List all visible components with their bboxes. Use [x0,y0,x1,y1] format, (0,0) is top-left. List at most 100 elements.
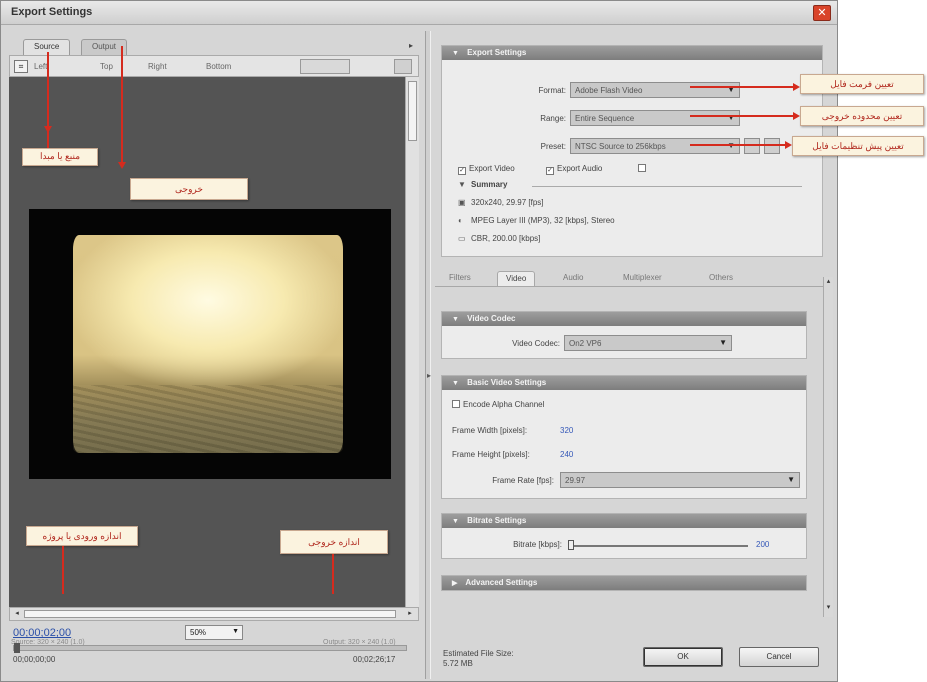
range-label: Range: [540,114,566,123]
preview-horizontal-scrollbar[interactable]: ◂ ▸ [9,607,419,621]
bitrate-section: ▼ Bitrate Settings Bitrate [kbps]: 200 [441,513,807,559]
annotation-output-size-line [332,554,334,594]
annotation-source-line [47,52,49,148]
format-dropdown[interactable]: Adobe Flash Video ▼ [570,82,740,98]
frame-rate-label: Frame Rate [fps]: [492,476,554,485]
checkbox-icon [638,164,646,172]
annotation-output-range-line [690,115,794,117]
scrollbar-thumb[interactable] [408,81,417,141]
dialog-footer: Estimated File Size: 5.72 MB OK Cancel [435,623,827,679]
preset-label: Preset: [540,142,566,151]
frame-rate-dropdown[interactable]: 29.97 ▼ [560,472,800,488]
summary-label: Summary [471,180,508,189]
current-timecode[interactable]: 00;00;02;00 [13,627,71,639]
panel-divider[interactable]: ▸ [425,31,431,679]
crop-right-label: Right [148,62,167,71]
annotation-output: خروجی [130,178,248,200]
scrollbar-thumb[interactable] [24,610,396,618]
export-audio-checkbox[interactable]: ✓ Export Audio [546,164,602,175]
source-output-panel: Source Output ▸ ⌗ Left Top Right Bottom … [9,31,419,681]
scroll-down-icon[interactable]: ▾ [824,603,833,611]
summary-toggle[interactable]: ▼ Summary [458,180,507,189]
scroll-left-icon[interactable]: ◂ [11,609,23,619]
crop-icon[interactable]: ⌗ [14,60,28,73]
range-dropdown[interactable]: Entire Sequence ▼ [570,110,740,126]
scroll-right-icon[interactable]: ▸ [404,609,416,619]
save-preset-button[interactable] [744,138,760,154]
encode-alpha-checkbox[interactable]: Encode Alpha Channel [452,400,544,409]
section-header[interactable]: ▼ Export Settings [442,46,822,60]
video-thumbnail [73,235,343,453]
annotation-file-format-line [690,86,794,88]
title-bar: Export Settings ✕ [1,1,837,25]
summary-bitrate-text: CBR, 200.00 [kbps] [471,234,541,243]
annotation-project-size-line [62,546,64,594]
zoom-value: 50% [190,628,207,637]
checkbox-icon: ✓ [458,167,466,175]
cancel-button[interactable]: Cancel [739,647,819,667]
collapse-triangle-icon: ▶ [452,580,458,587]
summary-video-text: 320x240, 29.97 [fps] [471,198,544,207]
checkbox-icon [452,400,460,408]
range-value: Entire Sequence [575,114,635,123]
annotation-project-size: اندازه ورودی یا پروژه [26,526,138,546]
video-codec-section: ▼ Video Codec Video Codec: On2 VP6 ▼ [441,311,807,359]
collapse-triangle-icon: ▼ [452,50,459,57]
tab-filters[interactable]: Filters [441,271,479,286]
crop-options-button[interactable] [394,59,412,74]
export-settings-section: ▼ Export Settings Format: Adobe Flash Vi… [441,45,823,257]
preset-dropdown[interactable]: NTSC Source to 256kbps ▼ [570,138,740,154]
crop-bottom-label: Bottom [206,62,232,71]
annotation-source: منبع یا مبدا [22,148,98,166]
frame-width-value[interactable]: 320 [560,426,573,435]
section-title: Advanced Settings [465,578,538,587]
tab-multiplexer[interactable]: Multiplexer [615,271,670,286]
zoom-dropdown[interactable]: 50% ▼ [185,625,243,640]
extra-checkbox[interactable] [638,164,649,173]
settings-vertical-scrollbar[interactable]: ▴ ▾ [823,277,833,617]
summary-divider [532,186,802,187]
crop-toolbar: ⌗ Left Top Right Bottom [9,55,419,77]
format-label: Format: [538,86,566,95]
annotation-arrow-icon [44,126,52,133]
estimated-label: Estimated File Size: [443,649,514,658]
audio-icon: ◐ [458,216,463,225]
export-video-checkbox[interactable]: ✓ Export Video [458,164,515,175]
preview-vertical-scrollbar[interactable] [405,77,419,607]
annotation-preset-line [690,144,786,146]
section-title: Bitrate Settings [467,516,527,525]
summary-audio-text: MPEG Layer III (MP3), 32 [kbps], Stereo [471,216,615,225]
tab-video[interactable]: Video [497,271,536,286]
frame-height-value[interactable]: 240 [560,450,573,459]
scroll-up-icon[interactable]: ▴ [824,277,833,285]
bitrate-value[interactable]: 200 [756,540,769,549]
playhead[interactable] [14,643,20,653]
tab-audio[interactable]: Audio [555,271,591,286]
video-codec-dropdown[interactable]: On2 VP6 ▼ [564,335,732,351]
section-header[interactable]: ▼ Basic Video Settings [442,376,806,390]
section-header[interactable]: ▼ Video Codec [442,312,806,326]
import-preset-button[interactable] [764,138,780,154]
annotation-file-format: تعیین فرمت فایل [800,74,924,94]
chevron-down-icon: ▼ [787,475,795,484]
chevron-down-icon: ▼ [719,338,727,347]
section-header[interactable]: ▶ Advanced Settings [442,576,806,590]
ok-button[interactable]: OK [643,647,723,667]
crop-ratio-dropdown[interactable] [300,59,350,74]
bitrate-slider[interactable] [568,545,748,547]
slider-knob[interactable] [568,540,574,550]
divider-grip-icon[interactable]: ▸ [427,371,431,380]
encode-alpha-label: Encode Alpha Channel [463,400,545,409]
frame-height-label: Frame Height [pixels]: [452,450,530,459]
annotation-preset: تعیین پیش تنظیمات فایل [792,136,924,156]
close-icon[interactable]: ✕ [813,5,831,21]
frame-rate-value: 29.97 [565,476,586,485]
tab-others[interactable]: Others [701,271,741,286]
section-title: Basic Video Settings [467,378,547,387]
panel-menu-icon[interactable]: ▸ [409,41,413,50]
estimated-value: 5.72 MB [443,659,473,668]
checkbox-icon: ✓ [546,167,554,175]
timeline-scrubber[interactable] [13,643,407,653]
section-title: Video Codec [467,314,516,323]
section-header[interactable]: ▼ Bitrate Settings [442,514,806,528]
